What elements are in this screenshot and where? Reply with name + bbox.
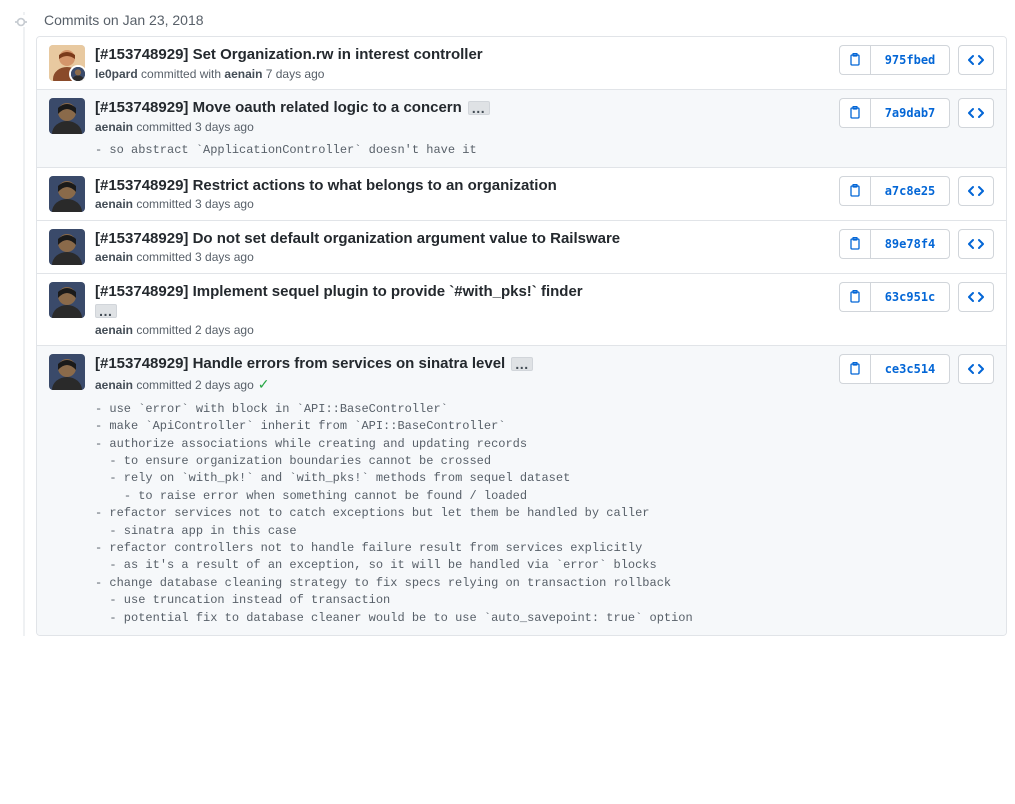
commit-sha-link[interactable]: ce3c514 <box>870 354 950 384</box>
commit-group-date: Commits on Jan 23, 2018 <box>44 12 204 28</box>
commit-meta: aenain committed 2 days ago✓ <box>95 376 831 393</box>
avatar[interactable] <box>49 354 85 390</box>
copy-sha-button[interactable] <box>839 354 870 384</box>
commit-title[interactable]: [#153748929] Handle errors from services… <box>95 354 505 374</box>
avatar[interactable] <box>49 229 85 265</box>
browse-code-button[interactable] <box>958 354 994 384</box>
commit-time: 3 days ago <box>195 197 254 211</box>
code-icon <box>968 237 984 251</box>
copy-sha-button[interactable] <box>839 229 870 259</box>
avatar[interactable] <box>49 176 85 212</box>
commit-sha-link[interactable]: 975fbed <box>870 45 950 75</box>
copy-sha-button[interactable] <box>839 45 870 75</box>
browse-code-button[interactable] <box>958 176 994 206</box>
commit-item: [#153748929] Move oauth related logic to… <box>37 89 1006 167</box>
author-link[interactable]: aenain <box>95 250 133 264</box>
verified-icon[interactable]: ✓ <box>258 376 270 392</box>
clipboard-icon <box>848 184 862 198</box>
commit-item: [#153748929] Handle errors from services… <box>37 345 1006 635</box>
commit-meta: aenain committed 2 days ago <box>95 323 831 337</box>
commit-item: [#153748929] Restrict actions to what be… <box>37 167 1006 220</box>
code-icon <box>968 53 984 67</box>
avatar[interactable] <box>49 282 85 318</box>
commit-time: 3 days ago <box>195 250 254 264</box>
commit-meta: aenain committed 3 days ago <box>95 197 831 211</box>
clipboard-icon <box>848 53 862 67</box>
author-link[interactable]: aenain <box>95 120 133 134</box>
code-icon <box>968 290 984 304</box>
commit-group-header: Commits on Jan 23, 2018 <box>36 12 1007 28</box>
author-link[interactable]: aenain <box>95 197 133 211</box>
expand-message-button[interactable]: … <box>95 304 117 318</box>
commit-item: [#153748929] Set Organization.rw in inte… <box>37 37 1006 89</box>
copy-sha-button[interactable] <box>839 282 870 312</box>
commit-title[interactable]: [#153748929] Move oauth related logic to… <box>95 98 462 118</box>
author-link[interactable]: aenain <box>95 378 133 392</box>
expand-message-button[interactable]: … <box>511 357 533 371</box>
commit-time: 7 days ago <box>262 67 324 81</box>
commit-title[interactable]: [#153748929] Implement sequel plugin to … <box>95 282 583 302</box>
commit-title[interactable]: [#153748929] Restrict actions to what be… <box>95 176 557 196</box>
commit-item: [#153748929] Implement sequel plugin to … <box>37 273 1006 346</box>
commit-sha-link[interactable]: 63c951c <box>870 282 950 312</box>
clipboard-icon <box>848 290 862 304</box>
committer-avatar[interactable] <box>69 65 85 81</box>
commit-time: 3 days ago <box>195 120 254 134</box>
commit-sha-link[interactable]: 89e78f4 <box>870 229 950 259</box>
commit-meta: aenain committed 3 days ago <box>95 250 831 264</box>
clipboard-icon <box>848 362 862 376</box>
commit-body: - so abstract `ApplicationController` do… <box>95 142 735 159</box>
browse-code-button[interactable] <box>958 282 994 312</box>
commit-title[interactable]: [#153748929] Do not set default organiza… <box>95 229 620 249</box>
commit-time: 2 days ago <box>195 323 254 337</box>
commit-meta: aenain committed 3 days ago <box>95 120 831 134</box>
code-icon <box>968 106 984 120</box>
timeline-line <box>23 12 25 636</box>
browse-code-button[interactable] <box>958 229 994 259</box>
clipboard-icon <box>848 237 862 251</box>
commit-sha-link[interactable]: a7c8e25 <box>870 176 950 206</box>
avatar[interactable] <box>49 98 85 134</box>
avatar[interactable] <box>49 45 85 81</box>
code-icon <box>968 184 984 198</box>
copy-sha-button[interactable] <box>839 176 870 206</box>
author-link[interactable]: le0pard <box>95 67 138 81</box>
copy-sha-button[interactable] <box>839 98 870 128</box>
code-icon <box>968 362 984 376</box>
commit-meta: le0pard committed with aenain 7 days ago <box>95 67 831 81</box>
browse-code-button[interactable] <box>958 45 994 75</box>
author-link[interactable]: aenain <box>95 323 133 337</box>
commit-time: 2 days ago <box>195 378 254 392</box>
commit-dot-icon <box>15 15 27 27</box>
committer-link[interactable]: aenain <box>224 67 262 81</box>
commit-body: - use `error` with block in `API::BaseCo… <box>95 401 735 627</box>
expand-message-button[interactable]: … <box>468 101 490 115</box>
commit-title[interactable]: [#153748929] Set Organization.rw in inte… <box>95 45 483 65</box>
clipboard-icon <box>848 106 862 120</box>
commit-sha-link[interactable]: 7a9dab7 <box>870 98 950 128</box>
browse-code-button[interactable] <box>958 98 994 128</box>
commit-item: [#153748929] Do not set default organiza… <box>37 220 1006 273</box>
